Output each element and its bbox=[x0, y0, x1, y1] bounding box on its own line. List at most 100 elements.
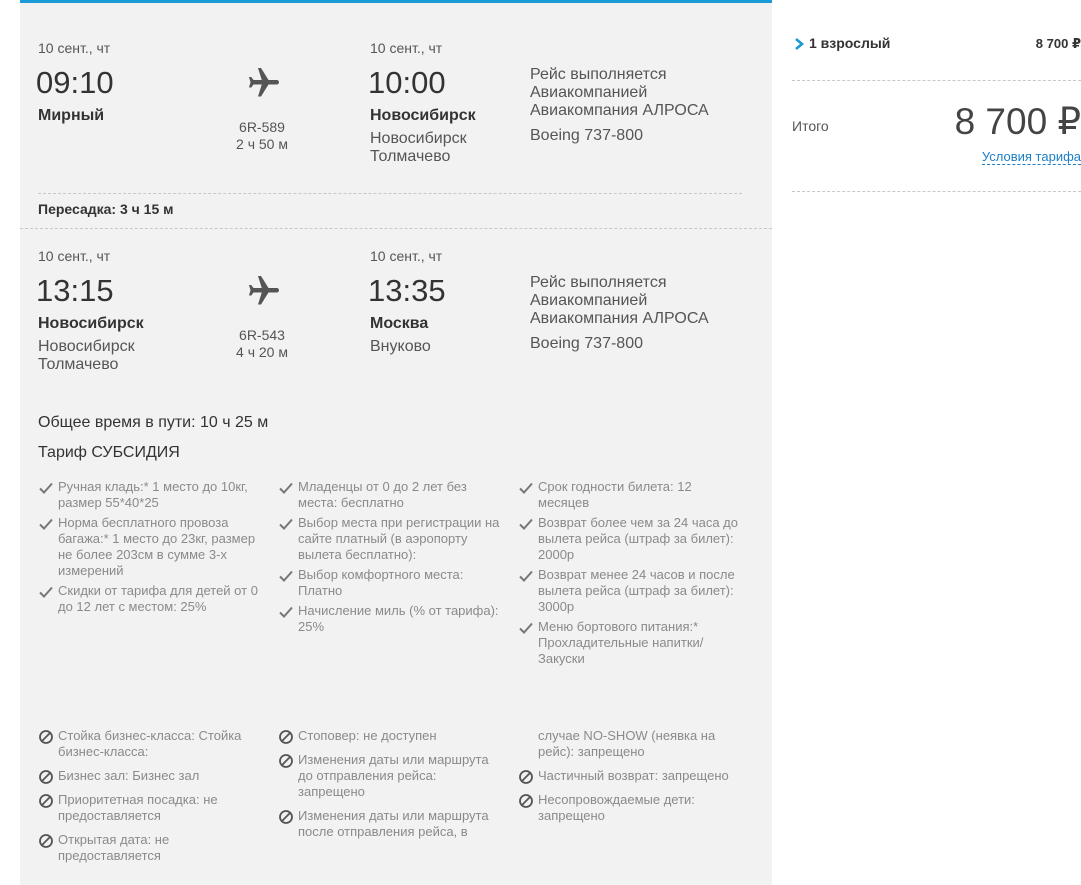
feature-text: Младенцы от 0 до 2 лет без места: беспла… bbox=[298, 479, 467, 510]
feature-item: Срок годности билета: 12 месяцев bbox=[518, 479, 743, 511]
arrival-date: 10 сент., чт bbox=[370, 40, 443, 56]
feature-text: Приоритетная посадка: не предоставляется bbox=[58, 792, 218, 823]
tariff-conditions-link[interactable]: Условия тарифа bbox=[981, 149, 1081, 165]
feature-item: Изменения даты или маршрута до отправлен… bbox=[278, 752, 503, 800]
departure-airport: Новосибирск Толмачево bbox=[38, 338, 135, 373]
feature-item: Частичный возврат: запрещено bbox=[518, 768, 743, 784]
check-icon bbox=[279, 518, 293, 530]
total-travel-time: Общее время в пути: 10 ч 25 м bbox=[38, 414, 269, 431]
feature-item: Стоповер: не доступен bbox=[278, 728, 503, 744]
total-label: Итого bbox=[792, 118, 829, 134]
forbidden-icon bbox=[279, 810, 293, 824]
airplane-icon bbox=[249, 276, 279, 305]
feature-item: Бизнес зал: Бизнес зал bbox=[38, 768, 263, 784]
check-icon bbox=[279, 606, 293, 618]
transfer-info: Пересадка: 3 ч 15 м bbox=[38, 201, 174, 217]
aircraft-type: Boeing 737-800 bbox=[530, 127, 643, 144]
forbidden-icon bbox=[39, 834, 53, 848]
feature-item: Скидки от тарифа для детей от 0 до 12 ле… bbox=[38, 583, 263, 615]
departure-date: 10 сент., чт bbox=[38, 248, 111, 264]
check-icon bbox=[39, 518, 53, 530]
check-icon bbox=[519, 570, 533, 582]
check-icon bbox=[519, 622, 533, 634]
chevron-right-icon[interactable] bbox=[794, 38, 804, 50]
feature-text: Частичный возврат: запрещено bbox=[538, 768, 729, 783]
check-icon bbox=[39, 586, 53, 598]
arrival-time: 13:35 bbox=[368, 273, 446, 308]
flight-duration: 2 ч 50 м bbox=[236, 136, 288, 152]
feature-item: Возврат менее 24 часов и после вылета ре… bbox=[518, 567, 743, 615]
tariff-name: Тариф СУБСИДИЯ bbox=[38, 444, 180, 461]
feature-item: Начисление миль (% от тарифа): 25% bbox=[278, 603, 503, 635]
check-icon bbox=[39, 482, 53, 494]
departure-time: 13:15 bbox=[36, 273, 114, 308]
passenger-row[interactable]: 1 взрослый 8 700 ₽ bbox=[792, 35, 1081, 55]
feature-item: Младенцы от 0 до 2 лет без места: беспла… bbox=[278, 479, 503, 511]
feature-column: Стойка бизнес-класса: Стойка бизнес-клас… bbox=[38, 728, 263, 872]
flight-number-duration: 6R-589 2 ч 50 м bbox=[212, 119, 312, 153]
feature-text: Ручная кладь:* 1 место до 10кг, размер 5… bbox=[58, 479, 248, 510]
feature-text: Стойка бизнес-класса: Стойка бизнес-клас… bbox=[58, 728, 242, 759]
feature-text: случае NO-SHOW (неявка на рейс): запреще… bbox=[538, 728, 716, 759]
feature-text: Начисление миль (% от тарифа): 25% bbox=[298, 603, 499, 634]
check-icon bbox=[519, 518, 533, 530]
flight-number-duration: 6R-543 4 ч 20 м bbox=[212, 327, 312, 361]
arrival-date: 10 сент., чт bbox=[370, 248, 443, 264]
feature-item: Норма бесплатного провоза багажа:* 1 мес… bbox=[38, 515, 263, 579]
feature-text: Срок годности билета: 12 месяцев bbox=[538, 479, 692, 510]
feature-item: Возврат более чем за 24 часа до вылета р… bbox=[518, 515, 743, 563]
feature-column: случае NO-SHOW (неявка на рейс): запреще… bbox=[518, 728, 743, 832]
forbidden-icon bbox=[39, 730, 53, 744]
departure-city: Мирный bbox=[38, 107, 105, 124]
flight-number: 6R-589 bbox=[239, 119, 285, 135]
summary-bottom-divider bbox=[792, 191, 1081, 192]
forbidden-icon bbox=[519, 770, 533, 784]
segment-divider bbox=[38, 193, 742, 194]
feature-item: случае NO-SHOW (неявка на рейс): запреще… bbox=[518, 728, 743, 760]
feature-item: Выбор комфортного места: Платно bbox=[278, 567, 503, 599]
feature-text: Несопровождаемые дети: запрещено bbox=[538, 792, 695, 823]
departure-date: 10 сент., чт bbox=[38, 40, 111, 56]
arrival-airport: Новосибирск Толмачево bbox=[370, 130, 467, 165]
operator-info: Рейс выполняется Авиакомпанией Авиакомпа… bbox=[530, 274, 709, 327]
feature-text: Скидки от тарифа для детей от 0 до 12 ле… bbox=[58, 583, 258, 614]
check-icon bbox=[519, 482, 533, 494]
feature-item: Меню бортового питания:* Прохладительные… bbox=[518, 619, 743, 667]
feature-text: Изменения даты или маршрута до отправлен… bbox=[298, 752, 489, 799]
passenger-price: 8 700 ₽ bbox=[1035, 36, 1081, 51]
forbidden-icon bbox=[39, 770, 53, 784]
feature-item: Выбор места при регистрации на сайте пла… bbox=[278, 515, 503, 563]
feature-item: Ручная кладь:* 1 место до 10кг, размер 5… bbox=[38, 479, 263, 511]
forbidden-icon bbox=[279, 730, 293, 744]
feature-column: Младенцы от 0 до 2 лет без места: беспла… bbox=[278, 479, 503, 639]
feature-item: Стойка бизнес-класса: Стойка бизнес-клас… bbox=[38, 728, 263, 760]
forbidden-icon bbox=[519, 794, 533, 808]
check-icon bbox=[279, 570, 293, 582]
arrival-city: Москва bbox=[370, 315, 429, 332]
arrival-airport: Внуково bbox=[370, 338, 431, 355]
feature-column: Стоповер: не доступен Изменения даты или … bbox=[278, 728, 503, 848]
passenger-label[interactable]: 1 взрослый bbox=[809, 35, 890, 51]
feature-item: Изменения даты или маршрута после отправ… bbox=[278, 808, 503, 840]
aircraft-type: Boeing 737-800 bbox=[530, 335, 643, 352]
feature-text: Меню бортового питания:* Прохладительные… bbox=[538, 619, 704, 666]
flight-duration: 4 ч 20 м bbox=[236, 344, 288, 360]
departure-time: 09:10 bbox=[36, 65, 114, 100]
arrival-time: 10:00 bbox=[368, 65, 446, 100]
feature-text: Возврат менее 24 часов и после вылета ре… bbox=[538, 567, 735, 614]
feature-item: Открытая дата: не предоставляется bbox=[38, 832, 263, 864]
feature-text: Возврат более чем за 24 часа до вылета р… bbox=[538, 515, 738, 562]
feature-column: Ручная кладь:* 1 место до 10кг, размер 5… bbox=[38, 479, 263, 619]
check-icon bbox=[279, 482, 293, 494]
feature-item: Несопровождаемые дети: запрещено bbox=[518, 792, 743, 824]
feature-text: Открытая дата: не предоставляется bbox=[58, 832, 170, 863]
departure-city: Новосибирск bbox=[38, 315, 144, 332]
feature-text: Изменения даты или маршрута после отправ… bbox=[298, 808, 489, 839]
arrival-city: Новосибирск bbox=[370, 107, 476, 124]
transfer-divider bbox=[20, 228, 772, 229]
airplane-icon bbox=[249, 68, 279, 97]
operator-info: Рейс выполняется Авиакомпанией Авиакомпа… bbox=[530, 66, 709, 119]
feature-item: Приоритетная посадка: не предоставляется bbox=[38, 792, 263, 824]
feature-text: Бизнес зал: Бизнес зал bbox=[58, 768, 200, 783]
feature-text: Стоповер: не доступен bbox=[298, 728, 437, 743]
